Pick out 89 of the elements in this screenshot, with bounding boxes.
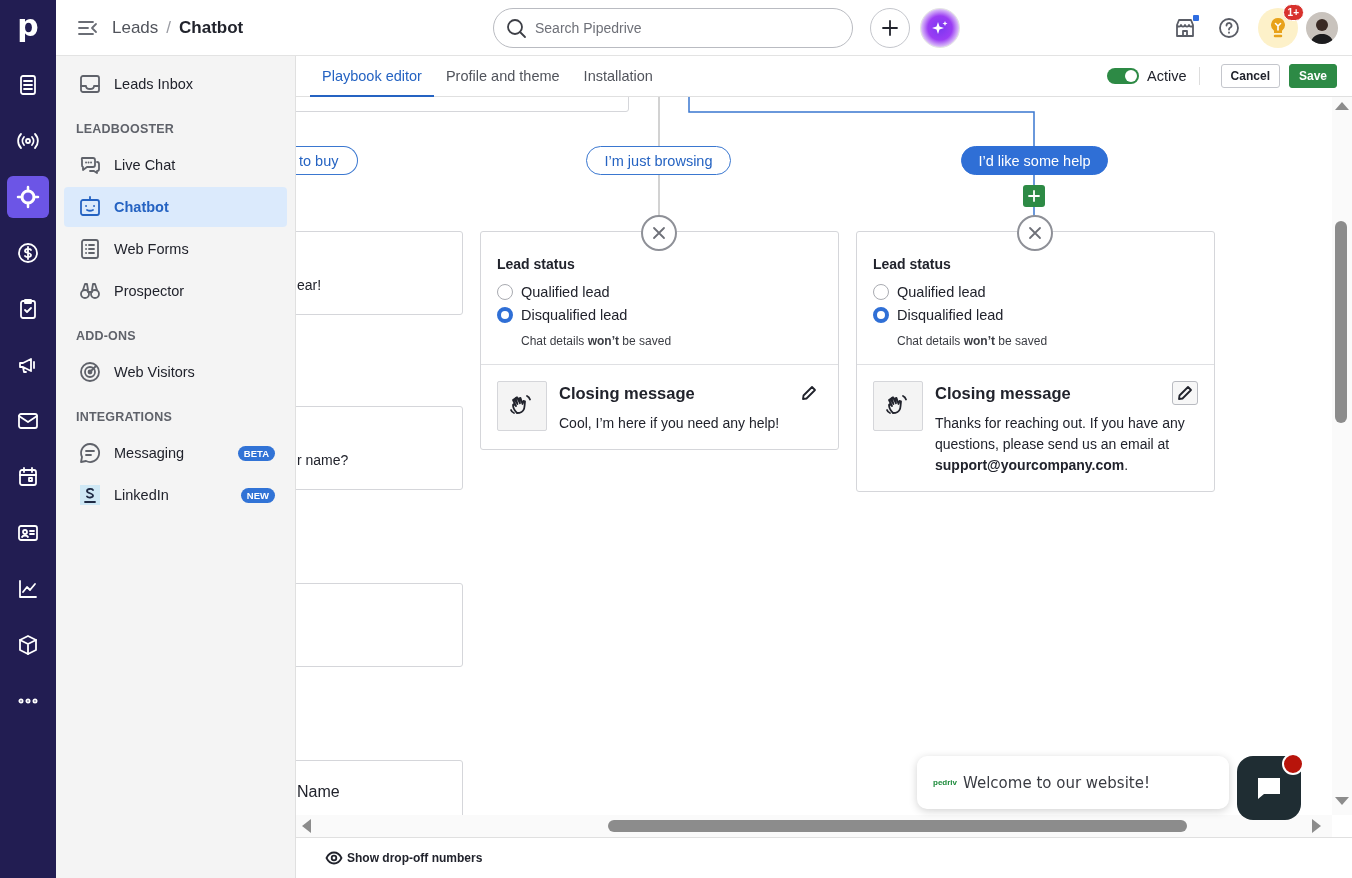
scrollbar-thumb[interactable] bbox=[608, 820, 1187, 832]
card-title: Name bbox=[297, 783, 341, 801]
radio-button[interactable] bbox=[497, 283, 513, 300]
drop-off-toggle[interactable]: Show drop-off numbers bbox=[325, 849, 483, 867]
pencil-icon bbox=[1177, 385, 1193, 401]
s-logo-icon bbox=[78, 483, 102, 507]
answer-option[interactable]: I’d like some help bbox=[961, 146, 1108, 175]
radio-label[interactable]: Qualified lead bbox=[521, 283, 610, 300]
section-heading: ADD-ONS bbox=[75, 328, 137, 345]
scroll-down-arrow[interactable] bbox=[1335, 797, 1349, 805]
badge: BETA bbox=[237, 445, 275, 461]
tab[interactable]: Installation bbox=[571, 55, 665, 97]
sidebar-item[interactable]: Messaging BETA bbox=[64, 433, 287, 473]
scroll-right-arrow[interactable] bbox=[1312, 819, 1321, 833]
pencil-icon bbox=[801, 385, 817, 401]
radar-icon bbox=[78, 360, 102, 384]
add-step-button[interactable] bbox=[1023, 185, 1045, 207]
chat-launcher[interactable] bbox=[1237, 756, 1301, 820]
message-title: Closing message bbox=[559, 384, 695, 403]
logo[interactable]: p bbox=[17, 6, 39, 50]
section-title: Lead status bbox=[873, 256, 952, 272]
plus-icon bbox=[1028, 190, 1040, 202]
close-icon bbox=[652, 226, 666, 240]
badge: NEW bbox=[240, 487, 275, 503]
sidebar-item[interactable]: Prospector bbox=[64, 271, 287, 311]
toggle-switch[interactable] bbox=[1107, 68, 1140, 84]
section-heading: LEADBOOSTER bbox=[75, 121, 176, 138]
box-icon bbox=[16, 633, 40, 657]
lightbulb-icon bbox=[1268, 15, 1288, 40]
horizontal-scrollbar[interactable] bbox=[296, 815, 1332, 837]
remove-button[interactable] bbox=[641, 215, 677, 251]
sidebar-item[interactable]: LinkedIn NEW bbox=[64, 475, 287, 515]
message-text: Thanks for reaching out. If you have any questions, please send us an email at support@yourcompany.com. bbox=[935, 414, 1186, 475]
speech-bubble-icon bbox=[78, 441, 102, 465]
chat-greeting[interactable]: pedriv Welcome to our website! bbox=[917, 756, 1229, 809]
breadcrumb-separator: / bbox=[166, 17, 172, 38]
radio-label[interactable]: Disqualified lead bbox=[897, 306, 1004, 323]
card-text: ear! bbox=[297, 276, 323, 293]
edit-button[interactable] bbox=[1172, 381, 1198, 405]
notification-badge: 1+ bbox=[1282, 3, 1304, 21]
answer-option[interactable]: to buy bbox=[296, 146, 358, 175]
section-heading: INTEGRATIONS bbox=[75, 409, 173, 426]
note-text: Chat details won’t be saved bbox=[521, 334, 673, 348]
message-text: Cool, I’m here if you need any help! bbox=[559, 414, 781, 433]
help-icon bbox=[1217, 15, 1241, 40]
sidebar-item[interactable]: Web Forms bbox=[64, 229, 287, 269]
search-icon bbox=[505, 16, 527, 39]
more-icon bbox=[18, 698, 38, 704]
toggle-label: Active bbox=[1147, 68, 1187, 84]
cancel-button[interactable]: Cancel bbox=[1220, 64, 1280, 88]
vertical-scrollbar[interactable] bbox=[1332, 97, 1352, 815]
tab[interactable]: Profile and theme bbox=[433, 55, 572, 97]
section-title: Lead status bbox=[497, 256, 576, 272]
save-button[interactable]: Save bbox=[1288, 64, 1337, 88]
form-icon bbox=[78, 237, 102, 261]
inbox-icon bbox=[78, 72, 102, 96]
chart-icon bbox=[16, 577, 40, 601]
remove-button[interactable] bbox=[1017, 215, 1053, 251]
tips-button[interactable] bbox=[1258, 7, 1298, 48]
sidebar-item[interactable]: Leads Inbox bbox=[64, 64, 287, 104]
rail-item[interactable] bbox=[7, 176, 49, 218]
avatar[interactable] bbox=[1306, 11, 1338, 44]
radio-label[interactable]: Qualified lead bbox=[897, 283, 986, 300]
scrollbar-thumb[interactable] bbox=[1335, 221, 1347, 423]
radio-button[interactable] bbox=[873, 306, 889, 323]
calendar-icon bbox=[16, 465, 40, 489]
dollar-icon bbox=[16, 241, 40, 265]
scroll-up-arrow[interactable] bbox=[1335, 102, 1349, 110]
sidebar-item[interactable]: Chatbot bbox=[64, 187, 287, 227]
target-icon bbox=[16, 185, 40, 209]
radio-button[interactable] bbox=[497, 306, 513, 323]
close-icon bbox=[1028, 226, 1042, 240]
card-text: r name? bbox=[297, 451, 350, 468]
greeting-text: Welcome to our website! bbox=[963, 773, 1150, 792]
eye-icon bbox=[325, 849, 343, 867]
sidebar-item[interactable]: Live Chat bbox=[64, 145, 287, 185]
search-field[interactable]: Search Pipedrive bbox=[493, 7, 853, 48]
message-title: Closing message bbox=[935, 384, 1071, 403]
sidebar-item[interactable]: Web Visitors bbox=[64, 352, 287, 392]
robot-face-icon bbox=[78, 195, 102, 219]
page-title: Chatbot bbox=[179, 17, 244, 38]
plus-icon bbox=[881, 18, 899, 37]
note-text: Chat details won’t be saved bbox=[897, 334, 1049, 348]
breadcrumb-link[interactable]: Leads bbox=[112, 17, 159, 38]
ai-assistant-button[interactable] bbox=[920, 7, 960, 48]
answer-option[interactable]: I’m just browsing bbox=[586, 146, 731, 175]
radio-label[interactable]: Disqualified lead bbox=[521, 306, 628, 323]
logo: pedriv bbox=[933, 778, 957, 787]
radio-button[interactable] bbox=[873, 283, 889, 300]
